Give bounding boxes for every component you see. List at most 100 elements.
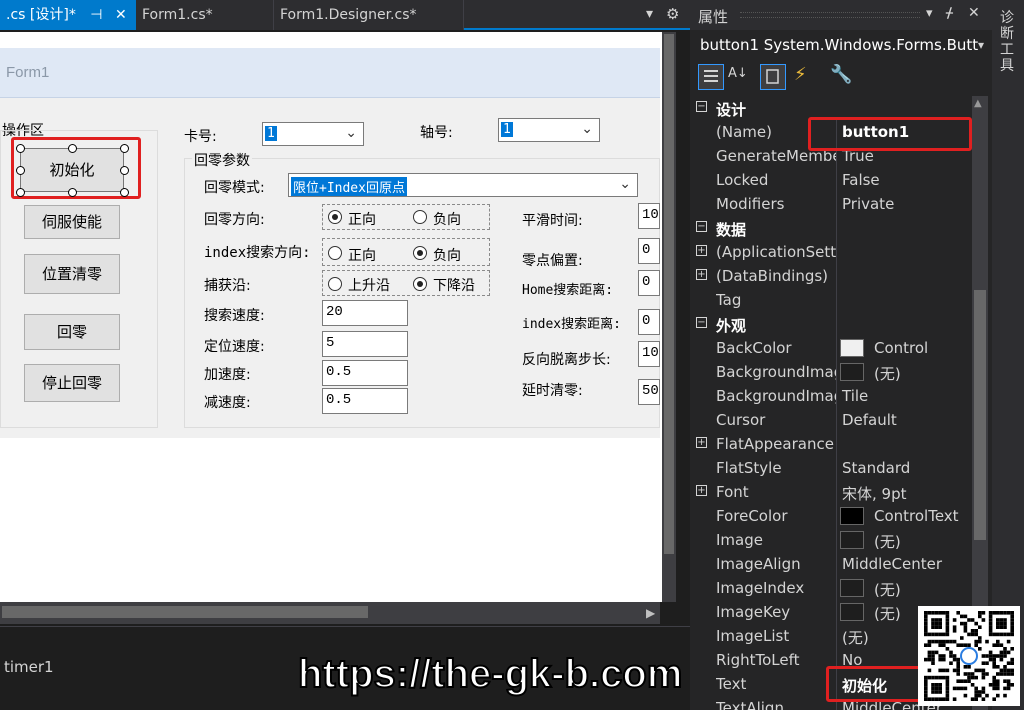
tab-form1-cs[interactable]: Form1.cs* bbox=[136, 0, 274, 30]
property-value[interactable]: MiddleCenter bbox=[842, 555, 942, 573]
property-value[interactable]: Control bbox=[874, 339, 928, 357]
direction-forward-radio[interactable] bbox=[328, 210, 342, 224]
property-row[interactable]: + Font 宋体, 9pt bbox=[692, 480, 970, 504]
delay-clear-input[interactable]: 500 bbox=[638, 379, 660, 405]
locate-speed-input[interactable]: 5 bbox=[322, 331, 408, 357]
zero-offset-input[interactable]: 0 bbox=[638, 238, 660, 264]
timer-component[interactable]: timer1 bbox=[4, 658, 54, 676]
property-row[interactable]: + (ApplicationSettings) bbox=[692, 240, 970, 264]
capture-rising-radio[interactable] bbox=[328, 277, 342, 291]
scrollbar-thumb[interactable] bbox=[664, 34, 674, 554]
highlight-box-text bbox=[826, 666, 922, 702]
alphabetical-icon[interactable]: A↓ bbox=[728, 66, 748, 81]
property-row[interactable]: BackgroundImage (无) bbox=[692, 360, 970, 384]
property-value[interactable]: Private bbox=[842, 195, 894, 213]
mode-value: 限位+Index回原点 bbox=[291, 177, 407, 196]
servo-enable-button[interactable]: 伺服使能 bbox=[24, 205, 120, 239]
resize-handle[interactable] bbox=[120, 188, 129, 197]
pin-icon[interactable]: ᚋ bbox=[946, 5, 953, 21]
form-title-bar: Form1 bbox=[0, 48, 660, 98]
chevron-down-icon[interactable]: ▾ bbox=[978, 38, 984, 52]
property-value[interactable]: (无) bbox=[874, 363, 901, 384]
expand-icon[interactable]: + bbox=[696, 485, 707, 496]
categorized-icon[interactable] bbox=[698, 64, 724, 90]
property-value[interactable]: (无) bbox=[874, 531, 901, 552]
property-row[interactable]: ForeColor ControlText bbox=[692, 504, 970, 528]
property-row[interactable]: Cursor Default bbox=[692, 408, 970, 432]
resize-handle[interactable] bbox=[120, 144, 129, 153]
property-row[interactable]: Tag bbox=[692, 288, 970, 312]
property-row[interactable]: BackColor Control bbox=[692, 336, 970, 360]
scrollbar-thumb[interactable] bbox=[974, 290, 986, 540]
card-select[interactable]: 1 ⌄ bbox=[262, 122, 364, 146]
resize-handle[interactable] bbox=[68, 144, 77, 153]
collapse-icon[interactable]: − bbox=[696, 317, 707, 328]
property-value[interactable]: Default bbox=[842, 411, 897, 429]
property-row[interactable]: Image (无) bbox=[692, 528, 970, 552]
property-name: BackgroundImage bbox=[716, 363, 836, 381]
dropdown-icon[interactable]: ▾ bbox=[926, 6, 933, 21]
property-row[interactable]: + (DataBindings) bbox=[692, 264, 970, 288]
scroll-right-arrow-icon[interactable]: ▶ bbox=[646, 606, 655, 620]
stop-home-button[interactable]: 停止回零 bbox=[24, 364, 120, 402]
index-forward-radio[interactable] bbox=[328, 246, 342, 260]
property-category[interactable]: − 数据 bbox=[692, 216, 970, 240]
property-row[interactable]: ImageAlign MiddleCenter bbox=[692, 552, 970, 576]
reverse-step-input[interactable]: 100 bbox=[638, 341, 660, 367]
resize-handle[interactable] bbox=[120, 166, 129, 175]
property-value[interactable]: 宋体, 9pt bbox=[842, 483, 906, 504]
home-dist-label: Home搜索距离: bbox=[522, 283, 614, 298]
scroll-up-arrow-icon[interactable]: ▲ bbox=[974, 98, 982, 109]
tab-form1-designer-cs[interactable]: Form1.Designer.cs* bbox=[274, 0, 464, 30]
mode-select[interactable]: 限位+Index回原点 ⌄ bbox=[288, 173, 638, 197]
property-row[interactable]: FlatStyle Standard bbox=[692, 456, 970, 480]
axis-select[interactable]: 1 ⌄ bbox=[498, 118, 600, 142]
property-pages-icon[interactable]: 🔧 bbox=[830, 64, 852, 85]
home-button[interactable]: 回零 bbox=[24, 314, 120, 350]
pin-icon[interactable]: ⊣ bbox=[90, 7, 102, 23]
resize-handle[interactable] bbox=[16, 144, 25, 153]
smooth-input[interactable]: 10 bbox=[638, 203, 660, 229]
property-value[interactable]: (无) bbox=[874, 579, 901, 600]
events-icon[interactable]: ⚡ bbox=[794, 64, 807, 85]
expand-icon[interactable]: + bbox=[696, 437, 707, 448]
property-value[interactable]: (无) bbox=[874, 603, 901, 624]
property-row[interactable]: ImageIndex (无) bbox=[692, 576, 970, 600]
property-value[interactable]: ControlText bbox=[874, 507, 959, 525]
property-value[interactable]: False bbox=[842, 171, 880, 189]
properties-icon[interactable] bbox=[760, 64, 786, 90]
diagnostic-tools-tab[interactable]: 诊断工具 bbox=[1000, 10, 1016, 74]
index-dist-input[interactable]: 0 bbox=[638, 309, 660, 335]
expand-icon[interactable]: + bbox=[696, 269, 707, 280]
property-category[interactable]: − 外观 bbox=[692, 312, 970, 336]
resize-handle[interactable] bbox=[16, 166, 25, 175]
property-row[interactable]: + FlatAppearance bbox=[692, 432, 970, 456]
position-clear-button[interactable]: 位置清零 bbox=[24, 254, 120, 294]
property-value[interactable]: Standard bbox=[842, 459, 910, 477]
accel-input[interactable]: 0.5 bbox=[322, 360, 408, 386]
collapse-icon[interactable]: − bbox=[696, 101, 707, 112]
home-dist-input[interactable]: 0 bbox=[638, 270, 660, 296]
expand-icon[interactable]: + bbox=[696, 245, 707, 256]
gear-icon[interactable]: ⚙ bbox=[666, 5, 679, 23]
scrollbar-thumb[interactable] bbox=[2, 606, 368, 618]
direction-reverse-radio[interactable] bbox=[413, 210, 427, 224]
tab-form1-designer[interactable]: .cs [设计]* ⊣ ✕ bbox=[0, 0, 136, 30]
property-value[interactable]: (无) bbox=[842, 627, 869, 648]
decel-input[interactable]: 0.5 bbox=[322, 388, 408, 414]
resize-handle[interactable] bbox=[16, 188, 25, 197]
close-icon[interactable]: ✕ bbox=[115, 7, 127, 23]
capture-falling-radio[interactable] bbox=[413, 277, 427, 291]
property-value[interactable]: Tile bbox=[842, 387, 868, 405]
close-icon[interactable]: ✕ bbox=[968, 5, 980, 21]
property-row[interactable]: Locked False bbox=[692, 168, 970, 192]
index-reverse-radio[interactable] bbox=[413, 246, 427, 260]
object-selector[interactable]: button1 System.Windows.Forms.Butt bbox=[700, 36, 978, 54]
property-row[interactable]: BackgroundImageLayout Tile bbox=[692, 384, 970, 408]
property-row[interactable]: Modifiers Private bbox=[692, 192, 970, 216]
tab-dropdown-icon[interactable]: ▾ bbox=[646, 6, 653, 22]
category-label: 外观 bbox=[716, 317, 747, 335]
collapse-icon[interactable]: − bbox=[696, 221, 707, 232]
resize-handle[interactable] bbox=[68, 188, 77, 197]
search-speed-input[interactable]: 20 bbox=[322, 300, 408, 326]
